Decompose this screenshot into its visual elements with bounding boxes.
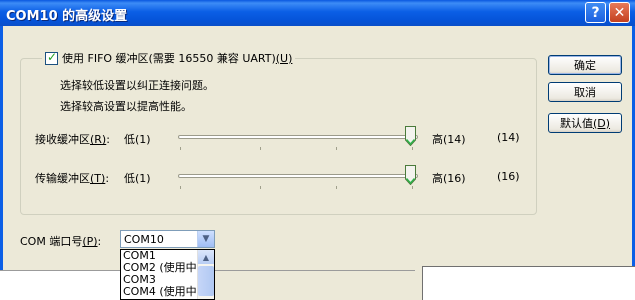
help-button[interactable]: ?	[585, 2, 606, 23]
transmit-value: (16)	[497, 170, 520, 183]
transmit-buffer-label: 传输缓冲区(T):	[35, 172, 110, 185]
checkmark-icon: ✓	[47, 49, 58, 64]
fifo-checkbox-hotkey: (U)	[275, 51, 293, 65]
scrollbar-thumb[interactable]	[198, 266, 214, 296]
advanced-settings-dialog: COM10 的高级设置 ? ✕ ✓ 使用 FIFO 缓冲区(需要 16550 兼…	[0, 0, 635, 300]
com-port-select[interactable]: COM10 ▼	[120, 230, 215, 248]
receive-tick	[412, 147, 413, 150]
hint-low-text: 选择较低设置以纠正连接问题。	[60, 79, 214, 92]
transmit-slider-thumb[interactable]	[405, 165, 416, 185]
receive-tick	[180, 147, 181, 150]
fifo-checkbox[interactable]: ✓	[45, 49, 58, 65]
transmit-high-label: 高(16)	[432, 172, 466, 185]
background-panel	[215, 270, 415, 300]
dropdown-scrollbar[interactable]: ▲	[197, 250, 214, 299]
receive-slider-thumb[interactable]	[405, 126, 416, 146]
receive-tick	[260, 147, 261, 150]
transmit-tick	[412, 186, 413, 189]
receive-tick	[336, 147, 337, 150]
window-title: COM10 的高级设置	[6, 9, 128, 24]
receive-buffer-label: 接收缓冲区(R):	[35, 133, 110, 146]
background-panel	[0, 270, 120, 300]
help-icon: ?	[591, 4, 600, 21]
transmit-tick	[180, 186, 181, 189]
fifo-checkbox-row[interactable]: ✓ 使用 FIFO 缓冲区(需要 16550 兼容 UART) (U)	[42, 49, 296, 66]
com-port-label: COM 端口号(P):	[20, 235, 102, 248]
ok-button[interactable]: 确定	[548, 55, 622, 75]
transmit-slider-track[interactable]	[178, 174, 418, 178]
transmit-tick	[260, 186, 261, 189]
receive-low-label: 低(1)	[124, 133, 151, 146]
scroll-up-icon[interactable]: ▲	[198, 250, 214, 264]
transmit-low-label: 低(1)	[124, 172, 151, 185]
fifo-checkbox-label: 使用 FIFO 缓冲区(需要 16550 兼容 UART)	[62, 52, 276, 65]
com-port-selected: COM10	[124, 233, 164, 246]
defaults-button[interactable]: 默认值 (D)	[548, 113, 622, 133]
window-frame-left	[0, 26, 3, 300]
com-port-dropdown-list: COM1 COM2 (使用中 COM3 COM4 (使用中 ▲	[120, 249, 215, 300]
transmit-tick	[336, 186, 337, 189]
title-bar: COM10 的高级设置 ? ✕	[0, 0, 635, 26]
close-icon: ✕	[613, 4, 626, 21]
cancel-button[interactable]: 取消	[548, 82, 622, 102]
receive-slider-track[interactable]	[178, 135, 418, 139]
chevron-down-icon[interactable]: ▼	[197, 231, 214, 247]
close-button[interactable]: ✕	[609, 2, 630, 23]
receive-high-label: 高(14)	[432, 133, 466, 146]
hint-high-text: 选择较高设置以提高性能。	[60, 100, 192, 113]
background-window	[422, 266, 635, 300]
receive-value: (14)	[497, 131, 520, 144]
